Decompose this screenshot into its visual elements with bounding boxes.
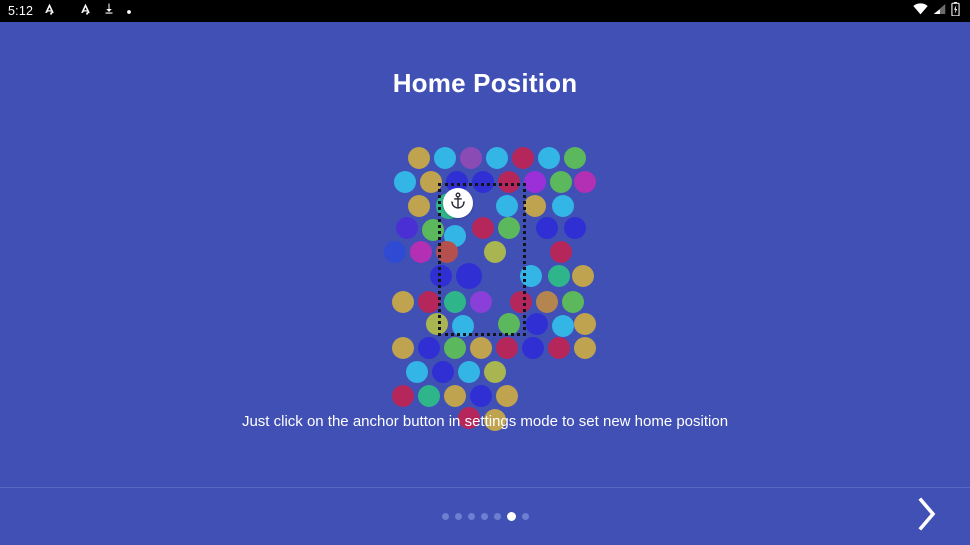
grid-dot	[536, 291, 558, 313]
grid-dot	[510, 291, 532, 313]
grid-dot	[456, 263, 482, 289]
grid-dot	[470, 385, 492, 407]
status-left-icon-group	[43, 2, 132, 20]
grid-dot	[564, 147, 586, 169]
grid-dot	[574, 313, 596, 335]
grid-dot	[418, 337, 440, 359]
grid-dot	[496, 385, 518, 407]
dot-notification-icon	[126, 2, 132, 20]
grid-dot	[498, 171, 520, 193]
grid-dot	[496, 195, 518, 217]
status-clock: 5:12	[8, 4, 34, 18]
grid-dot	[470, 337, 492, 359]
page-indicator-dot[interactable]	[493, 513, 501, 520]
grid-dot	[472, 171, 494, 193]
grid-dot	[564, 217, 586, 239]
grid-dot	[434, 147, 456, 169]
grid-dot	[484, 241, 506, 263]
grid-dot	[408, 147, 430, 169]
next-button[interactable]	[910, 497, 944, 537]
chevron-right-icon	[916, 497, 938, 536]
grid-dot	[408, 195, 430, 217]
grid-dot	[444, 385, 466, 407]
grid-dot	[524, 195, 546, 217]
status-right-icon-group	[913, 1, 962, 21]
grid-dot	[432, 361, 454, 383]
grid-dot	[574, 337, 596, 359]
grid-dot	[472, 217, 494, 239]
grid-dot	[410, 241, 432, 263]
grid-dot	[498, 217, 520, 239]
grid-dot	[548, 265, 570, 287]
grid-dot	[486, 147, 508, 169]
page-title: Home Position	[392, 68, 578, 98]
bottom-bar	[0, 487, 970, 545]
grid-dot	[436, 241, 458, 263]
grid-dot	[574, 171, 596, 193]
grid-dot	[498, 313, 520, 335]
download-icon	[103, 2, 115, 20]
grid-dot	[392, 337, 414, 359]
dot-grid-illustration	[384, 147, 596, 431]
grid-dot	[458, 361, 480, 383]
grid-dot	[572, 265, 594, 287]
grid-dot	[418, 291, 440, 313]
grid-dot	[392, 385, 414, 407]
grid-dot	[392, 291, 414, 313]
page-indicator-dot[interactable]	[441, 513, 449, 520]
caption-text: Just click on the anchor button in setti…	[241, 413, 729, 430]
page-indicator-dot[interactable]	[480, 513, 488, 520]
grid-dot	[552, 315, 574, 337]
grid-dot	[384, 241, 406, 263]
grid-dot	[550, 241, 572, 263]
anchor-icon	[449, 192, 467, 215]
grid-dot	[452, 315, 474, 337]
grid-dot	[538, 147, 560, 169]
grid-dot	[484, 361, 506, 383]
status-bar: 5:12	[0, 0, 970, 22]
grid-dot	[444, 291, 466, 313]
grid-dot	[394, 171, 416, 193]
grid-dot	[512, 147, 534, 169]
grid-dot	[460, 147, 482, 169]
wifi-icon	[913, 2, 928, 20]
grid-dot	[444, 337, 466, 359]
grid-dot	[536, 217, 558, 239]
grid-dot	[526, 313, 548, 335]
signal-icon	[933, 2, 946, 20]
grid-dot	[552, 195, 574, 217]
grid-dot	[426, 313, 448, 335]
grid-dot	[548, 337, 570, 359]
anchor-button[interactable]	[443, 188, 473, 218]
app-notification-icon	[79, 2, 92, 20]
battery-charging-icon	[951, 1, 960, 21]
page-indicator-dot[interactable]	[467, 513, 475, 520]
grid-dot	[396, 217, 418, 239]
grid-dot	[550, 171, 572, 193]
grid-dot	[520, 265, 542, 287]
grid-dot	[406, 361, 428, 383]
grid-dot	[524, 171, 546, 193]
grid-dot	[562, 291, 584, 313]
page-indicator-dot[interactable]	[454, 513, 462, 520]
grid-dot	[470, 291, 492, 313]
page-indicator-dot[interactable]	[506, 512, 516, 521]
page-indicator	[0, 512, 970, 521]
grid-dot	[496, 337, 518, 359]
grid-dot	[422, 219, 444, 241]
app-notification-icon	[43, 2, 56, 20]
grid-dot	[420, 171, 442, 193]
page-indicator-dot[interactable]	[521, 513, 529, 520]
grid-dot	[522, 337, 544, 359]
grid-dot	[430, 265, 452, 287]
grid-dot	[418, 385, 440, 407]
